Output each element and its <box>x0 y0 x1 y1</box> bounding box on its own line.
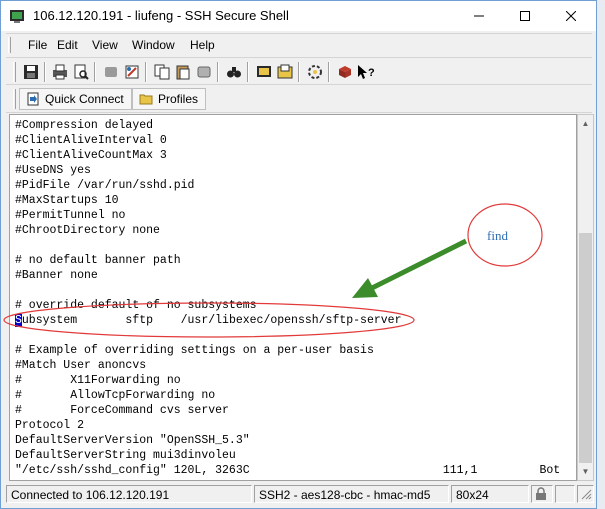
toolbar-separator <box>328 62 330 82</box>
status-indicator <box>555 485 575 503</box>
quickbar-grip[interactable] <box>13 89 16 109</box>
terminal-scrollbar[interactable]: ▲ ▼ <box>577 114 594 481</box>
profiles-button[interactable]: Profiles <box>132 88 206 110</box>
profiles-label: Profiles <box>158 92 199 106</box>
close-button[interactable] <box>548 1 594 31</box>
terminal-line: #UseDNS yes <box>15 164 91 177</box>
paste-icon[interactable] <box>174 63 192 81</box>
terminal-line: #ChrootDirectory none <box>15 224 160 237</box>
terminal-line: DefaultServerString mui3dinvoleu <box>15 449 236 462</box>
find-icon[interactable] <box>225 63 243 81</box>
terminal-line: DefaultServerVersion "OpenSSH_5.3" <box>15 434 250 447</box>
print-preview-icon[interactable] <box>72 63 90 81</box>
quick-connect-label: Quick Connect <box>45 92 124 106</box>
folder-icon <box>139 94 153 105</box>
terminal-line: #PermitTunnel no <box>15 209 126 222</box>
toolbar-separator <box>44 62 46 82</box>
terminal-line: # Example of overriding settings on a pe… <box>15 344 374 357</box>
menu-help[interactable]: Help <box>190 38 215 52</box>
toolbar: ? <box>6 57 592 85</box>
paste-special-icon[interactable] <box>195 63 213 81</box>
new-terminal-icon[interactable] <box>255 63 273 81</box>
settings-icon[interactable] <box>123 63 141 81</box>
toolbar-separator <box>145 62 147 82</box>
menu-grip[interactable] <box>8 37 11 53</box>
help-book-icon[interactable] <box>336 63 354 81</box>
terminal-line: #Compression delayed <box>15 119 154 132</box>
scroll-down-arrow-icon[interactable]: ▼ <box>578 463 593 480</box>
terminal-line: #MaxStartups 10 <box>15 194 119 207</box>
toolbar-grip[interactable] <box>13 62 16 82</box>
menu-edit[interactable]: Edit <box>57 38 78 52</box>
terminal-status-line: "/etc/ssh/sshd_config" 120L, 3263C 111,1… <box>15 464 561 477</box>
copy-icon[interactable] <box>153 63 171 81</box>
find-callout-label: find <box>487 228 508 243</box>
menu-bar: File Edit View Window Help <box>6 33 592 55</box>
quick-connect-button[interactable]: Quick Connect <box>19 88 132 110</box>
toolbar-separator <box>247 62 249 82</box>
terminal-line: # override default of no subsystems <box>15 299 257 312</box>
terminal-line: Protocol 2 <box>15 419 85 432</box>
new-file-transfer-icon[interactable] <box>276 63 294 81</box>
ssh-app-icon <box>10 10 24 23</box>
disconnect-icon[interactable] <box>102 63 120 81</box>
toolbar-separator <box>298 62 300 82</box>
svg-text:?: ? <box>368 67 375 79</box>
maximize-icon <box>520 11 530 21</box>
status-bar: Connected to 106.12.120.191 SSH2 - aes12… <box>6 484 594 504</box>
menu-view[interactable]: View <box>92 38 118 52</box>
scroll-up-arrow-icon[interactable]: ▲ <box>578 115 593 132</box>
status-lock-icon <box>531 485 553 503</box>
status-connection: Connected to 106.12.120.191 <box>6 485 252 503</box>
menu-window[interactable]: Window <box>132 38 175 52</box>
terminal-line: #ClientAliveCountMax 3 <box>15 149 167 162</box>
save-icon[interactable] <box>22 63 40 81</box>
terminal-line: # ForceCommand cvs server <box>15 404 229 417</box>
terminal-line: # no default banner path <box>15 254 181 267</box>
background-window-edge <box>597 0 605 509</box>
terminal-line-text: ubsystem sftp /usr/libexec/openssh/sftp-… <box>21 314 402 327</box>
ssh-window: 106.12.120.191 - liufeng - SSH Secure Sh… <box>0 0 597 509</box>
minimize-icon <box>474 15 484 17</box>
scroll-thumb[interactable] <box>579 233 592 463</box>
terminal-screen[interactable]: #Compression delayed #ClientAliveInterva… <box>9 114 577 481</box>
toolbar-separator <box>217 62 219 82</box>
title-bar: 106.12.120.191 - liufeng - SSH Secure Sh… <box>1 1 596 31</box>
minimize-button[interactable] <box>456 1 502 31</box>
status-cipher: SSH2 - aes128-cbc - hmac-md5 <box>254 485 449 503</box>
terminal-line: #Match User anoncvs <box>15 359 147 372</box>
context-help-icon[interactable]: ? <box>357 63 375 81</box>
close-icon <box>566 11 576 21</box>
terminal-line: # X11Forwarding no <box>15 374 181 387</box>
menu-file[interactable]: File <box>28 38 47 52</box>
status-terminal-size: 80x24 <box>451 485 529 503</box>
terminal-cursor: S <box>15 314 22 327</box>
terminal-line: #Banner none <box>15 269 98 282</box>
terminal-line: #PidFile /var/run/sshd.pid <box>15 179 195 192</box>
toolbar-separator <box>94 62 96 82</box>
terminal-line: # AllowTcpForwarding no <box>15 389 216 402</box>
quick-connect-icon <box>27 92 39 106</box>
terminal-line: #ClientAliveInterval 0 <box>15 134 167 147</box>
terminal-line-subsystem: Subsystem sftp /usr/libexec/openssh/sftp… <box>15 313 401 328</box>
window-title: 106.12.120.191 - liufeng - SSH Secure Sh… <box>33 8 289 23</box>
quick-connect-bar: Quick Connect Profiles <box>6 85 592 113</box>
resize-grip-icon[interactable] <box>577 485 594 503</box>
profile-settings-icon[interactable] <box>306 63 324 81</box>
maximize-button[interactable] <box>502 1 548 31</box>
print-icon[interactable] <box>51 63 69 81</box>
